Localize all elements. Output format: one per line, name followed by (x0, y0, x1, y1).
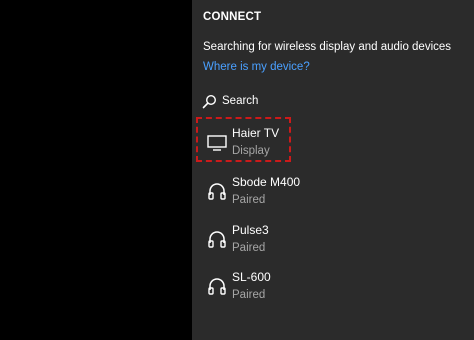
where-is-my-device-link[interactable]: Where is my device? (203, 61, 310, 73)
device-item-pulse3[interactable]: Pulse3 Paired (198, 218, 468, 262)
search-label: Search (222, 95, 259, 107)
device-status: Paired (232, 194, 266, 206)
search-icon (202, 94, 217, 109)
headphones-icon (206, 180, 228, 202)
connect-panel: CONNECT Searching for wireless display a… (192, 0, 474, 340)
panel-title: CONNECT (203, 11, 262, 23)
device-item-sl-600[interactable]: SL-600 Paired (198, 265, 468, 309)
device-name: SL-600 (232, 270, 271, 284)
headphones-icon (206, 228, 228, 250)
device-item-sbode-m400[interactable]: Sbode M400 Paired (198, 170, 468, 214)
desktop-background (0, 0, 192, 340)
search-status-text: Searching for wireless display and audio… (203, 41, 452, 53)
headphones-icon (206, 275, 228, 297)
device-name: Sbode M400 (232, 175, 301, 189)
highlight-box (196, 117, 291, 162)
search-button[interactable]: Search (202, 92, 258, 110)
device-status: Paired (232, 242, 266, 254)
device-status: Paired (232, 289, 266, 301)
device-name: Pulse3 (232, 223, 269, 237)
